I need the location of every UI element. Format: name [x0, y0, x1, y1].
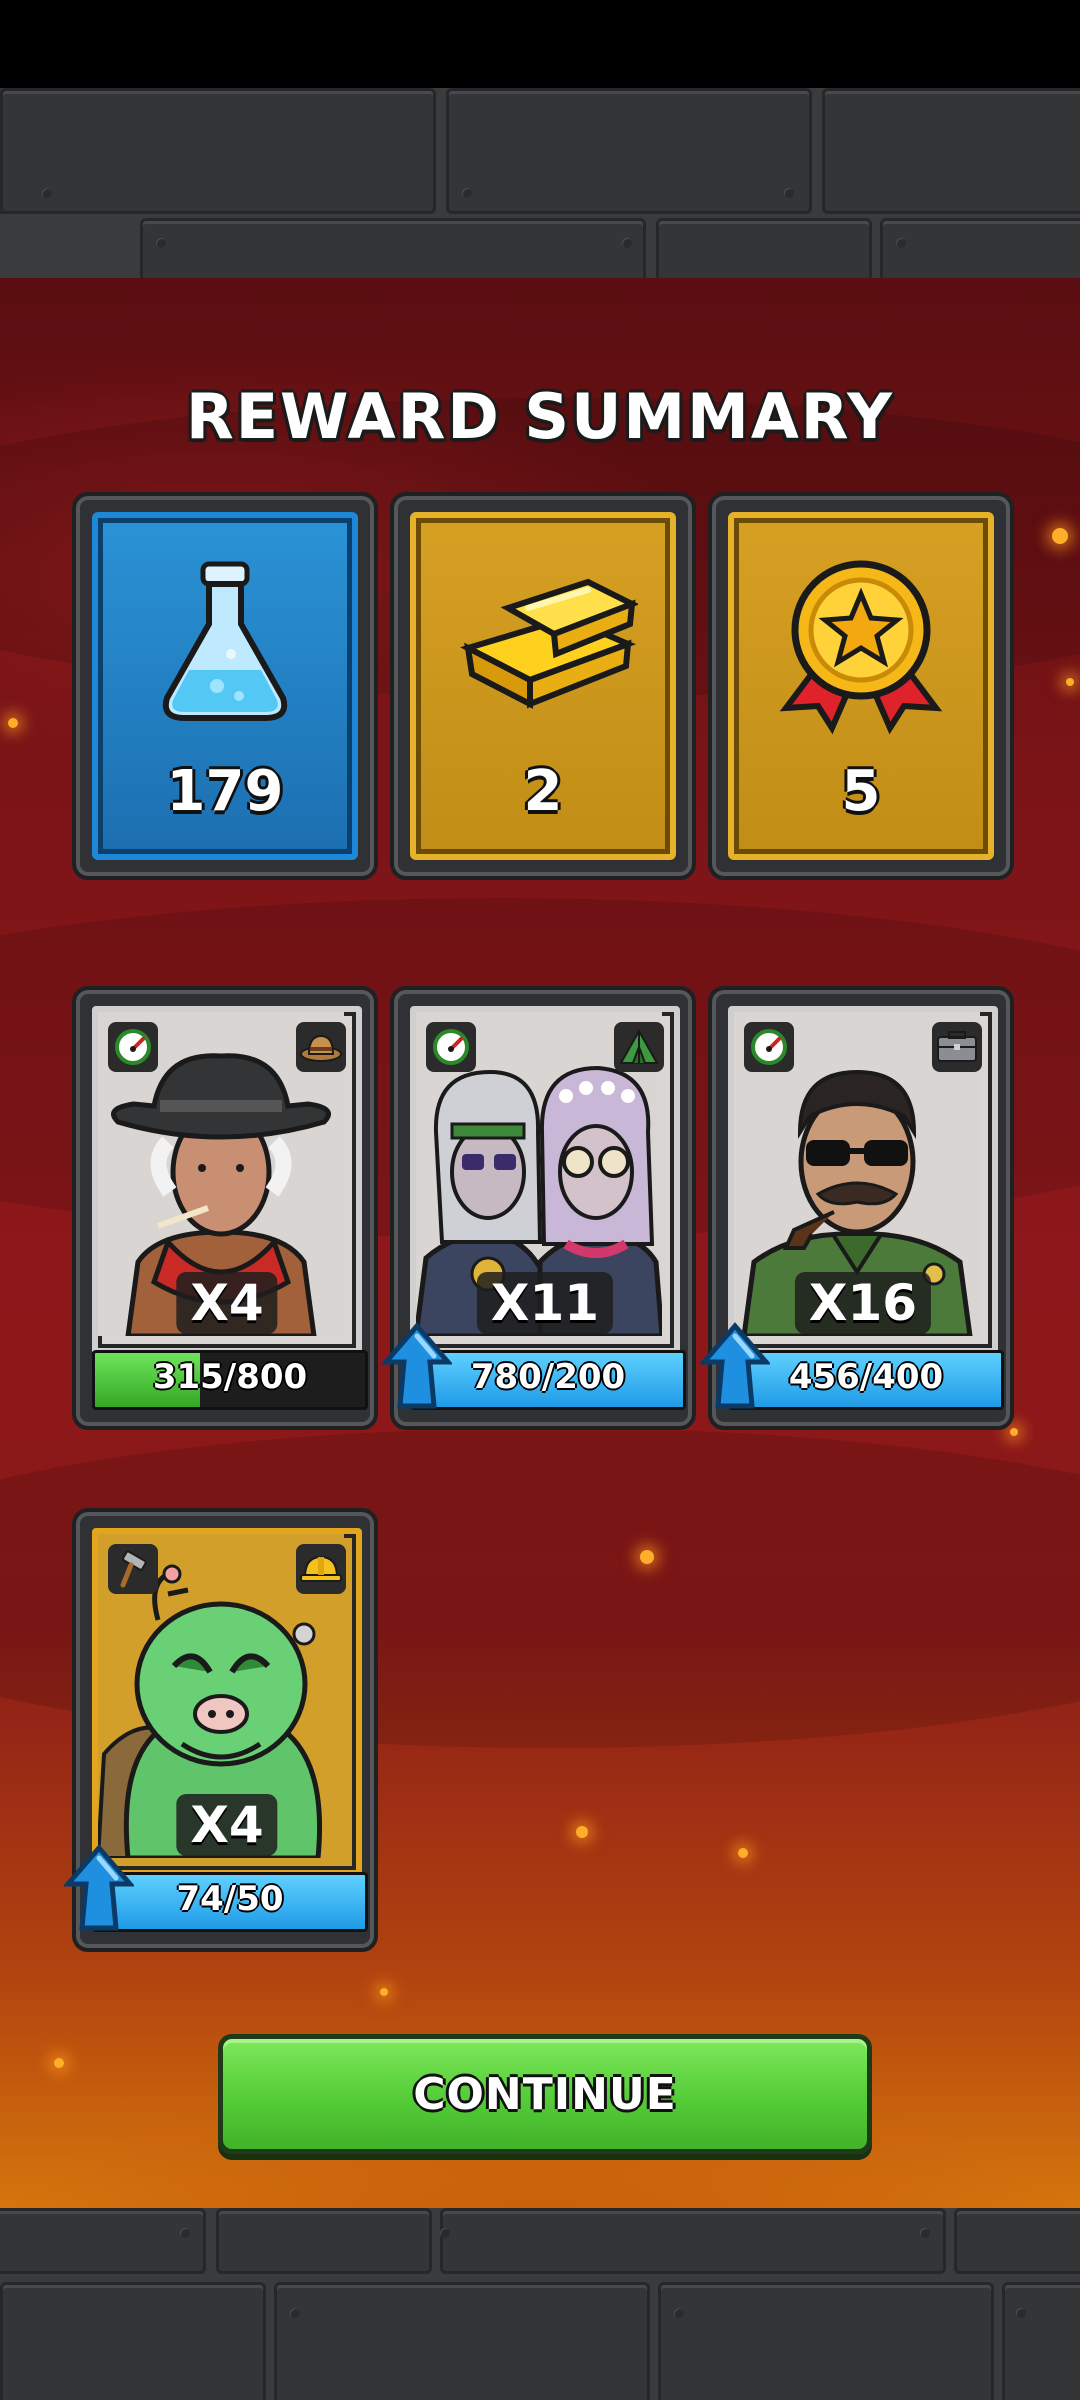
reward-amount: 5 [841, 759, 881, 824]
hardhat-icon [296, 1544, 346, 1594]
reward-card-background: 5 [728, 512, 994, 860]
character-card-hippies[interactable]: X11 780/200 [382, 986, 696, 1430]
speedometer-icon [108, 1022, 158, 1072]
character-portrait-frame: X4 [92, 1528, 362, 1876]
progress-text: 456/400 [788, 1357, 944, 1397]
character-portrait-frame: X16 [728, 1006, 998, 1354]
briefcase-icon [932, 1022, 982, 1072]
stone-wall-bottom [0, 2208, 1080, 2400]
page-title: REWARD SUMMARY [185, 380, 895, 453]
continue-button[interactable]: CONTINUE [218, 2034, 872, 2154]
progress-text: 315/800 [152, 1357, 308, 1397]
multiplier-label: X4 [176, 1272, 278, 1334]
speedometer-icon [744, 1022, 794, 1072]
hat-icon [296, 1022, 346, 1072]
reward-card-flask: 179 [72, 492, 378, 880]
continue-button-label: CONTINUE [413, 2068, 677, 2120]
reward-card-background: 2 [410, 512, 676, 860]
hammer-icon [108, 1544, 158, 1594]
reward-card-medal: 5 [708, 492, 1014, 880]
stone-wall-top [0, 88, 1080, 278]
multiplier-label: X16 [794, 1272, 932, 1334]
upgrade-arrow-icon [700, 1322, 770, 1409]
progress-text: 74/50 [176, 1879, 284, 1919]
reward-card-background: 179 [92, 512, 358, 860]
reward-card-gold: 2 [390, 492, 696, 880]
speedometer-icon [426, 1022, 476, 1072]
reward-amount: 2 [523, 759, 563, 824]
upgrade-arrow-icon [382, 1322, 452, 1409]
status-bar [0, 0, 1080, 88]
progress-bar: 315/800 [92, 1350, 368, 1410]
upgrade-arrow-icon [64, 1844, 134, 1931]
character-card-cowboy[interactable]: X4 315/800 [72, 986, 378, 1430]
character-card-general[interactable]: X16 456/400 [700, 986, 1014, 1430]
reward-amount: 179 [166, 759, 284, 824]
medal-icon [776, 558, 946, 742]
gold-bars-icon [448, 558, 640, 732]
character-card-monster[interactable]: X4 74/50 [64, 1508, 378, 1952]
multiplier-label: X4 [176, 1794, 278, 1856]
character-portrait-frame: X11 [410, 1006, 680, 1354]
multiplier-label: X11 [476, 1272, 614, 1334]
tent-icon [614, 1022, 664, 1072]
flask-icon [155, 558, 295, 732]
progress-text: 780/200 [470, 1357, 626, 1397]
character-portrait-frame: X4 [92, 1006, 362, 1354]
